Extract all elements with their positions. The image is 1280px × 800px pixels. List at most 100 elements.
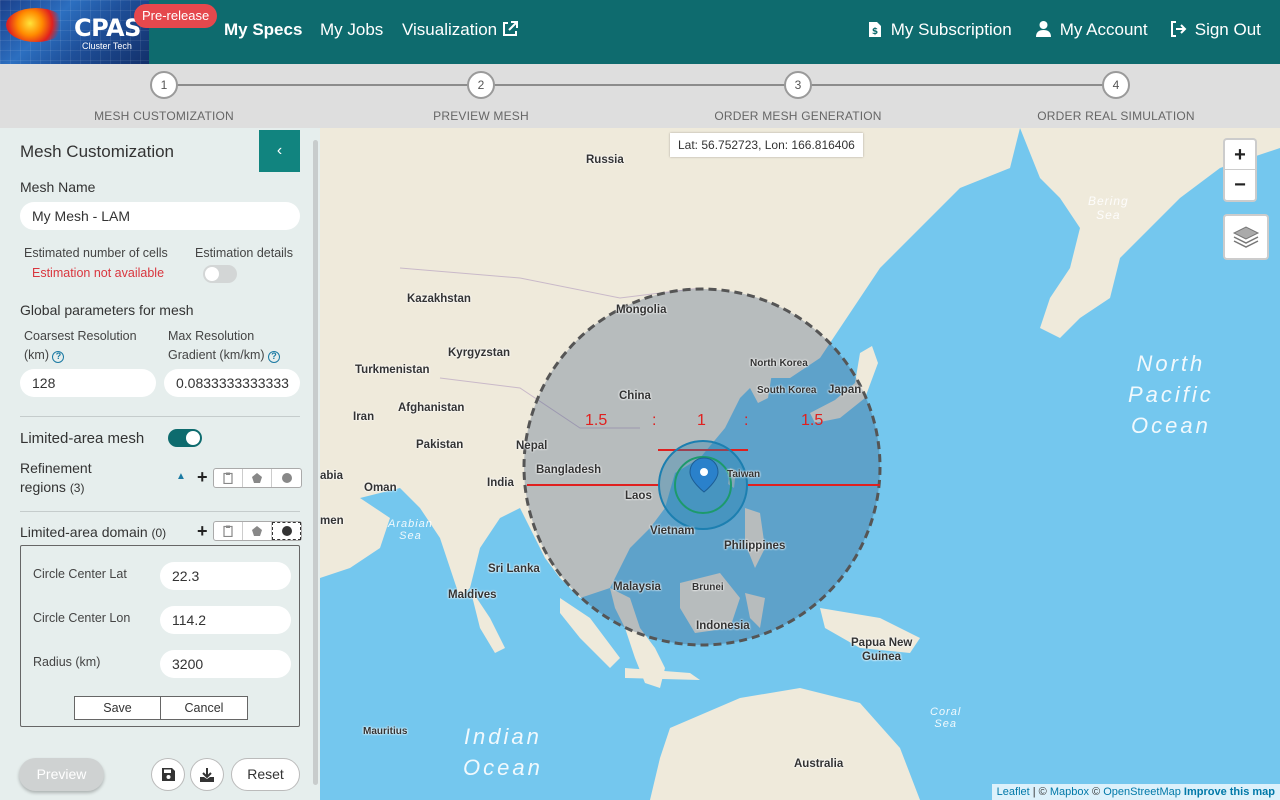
polygon-icon[interactable] [243,469,272,487]
center-lon-input[interactable]: 114.2 [160,606,291,634]
nav-my-specs[interactable]: My Specs [224,20,302,40]
place-label: Philippines [724,540,786,552]
refinement-tools [213,468,302,488]
place-label: Indonesia [696,620,750,632]
mesh-name-label: Mesh Name [20,179,96,195]
step-4-label: ORDER REAL SIMULATION [1037,109,1195,123]
sea-label-line: Bering [1088,194,1129,208]
nav-visualization[interactable]: Visualization [402,20,519,40]
improve-map-link[interactable]: Improve this map [1184,786,1275,798]
help-icon[interactable]: ? [268,351,281,363]
nav-my-account[interactable]: My Account [1036,20,1148,40]
sea-label: Arabian Sea [388,518,433,542]
ratio-colon-1: : [652,412,657,429]
place-label: Laos [625,490,652,502]
gradient-unit-text: Gradient (km/km) [168,348,265,362]
leaflet-link[interactable]: Leaflet [997,786,1030,798]
sea-label-line: Arabian [388,518,433,530]
attribution-sep: © [1088,786,1104,798]
place-label: Turkmenistan [355,364,430,376]
chevron-left-icon: ‹ [276,142,283,159]
step-1-circle[interactable]: 1 [150,71,178,99]
top-navbar: CPAS Cluster Tech Pre-release My Specs M… [0,0,1280,64]
nav-sign-out[interactable]: Sign Out [1170,20,1261,40]
australia [650,688,920,800]
place-label: Guinea [862,651,901,663]
place-label: Russia [586,154,624,166]
help-icon[interactable]: ? [52,351,65,363]
gradient-input[interactable]: 0.0833333333333 [164,369,300,397]
place-label: Nepal [516,440,548,452]
estimation-error: Estimation not available [32,266,165,280]
arabia [320,498,390,578]
add-domain-icon[interactable]: + [197,521,208,542]
refinement-label-line2: regions (3) [20,479,84,495]
download-button[interactable] [190,758,224,791]
clipboard-icon[interactable] [214,469,243,487]
step-3-circle[interactable]: 3 [784,71,812,99]
osm-link[interactable]: OpenStreetMap [1103,786,1181,798]
domain-label: Limited-area domain [20,524,148,540]
limited-area-toggle[interactable] [168,429,202,447]
place-label: Sri Lanka [488,563,540,575]
layers-button[interactable] [1223,214,1269,260]
zoom-out-button[interactable]: − [1225,170,1255,200]
polygon-icon[interactable] [243,522,272,540]
estimation-details-toggle[interactable] [203,265,237,283]
save-button[interactable]: Save [74,696,161,720]
add-refinement-icon[interactable]: + [197,467,208,488]
zoom-in-button[interactable]: + [1225,140,1255,170]
place-label: abia [320,470,344,482]
collapse-sidebar-button[interactable]: ‹ [259,130,300,172]
map-view[interactable]: 1.5 : 1 : 1.5 Russia Kazakhstan Mongolia… [320,128,1280,800]
ratio-left-label: 1.5 [585,412,608,429]
ocean-label-line: Ocean [1130,413,1211,438]
sea-label-line: Sea [934,718,957,730]
sidebar-title: Mesh Customization [20,142,175,161]
logo-text: CPAS [74,14,141,42]
step-2-circle[interactable]: 2 [467,71,495,99]
step-1-label: MESH CUSTOMIZATION [94,109,234,123]
mapbox-link[interactable]: Mapbox [1050,786,1089,798]
cancel-button[interactable]: Cancel [160,696,248,720]
reset-button[interactable]: Reset [231,758,300,791]
prerelease-badge: Pre-release [134,4,218,28]
place-label: China [619,390,651,402]
gradient-label: Max Resolution [168,329,255,343]
est-details-label: Estimation details [195,246,293,260]
clipboard-icon[interactable] [214,522,243,540]
layers-icon [1232,226,1260,248]
ocean-label: Indian Ocean [463,721,543,783]
radius-input[interactable]: 3200 [160,650,291,678]
center-lat-input[interactable]: 22.3 [160,562,291,590]
nav-my-subscription[interactable]: $ My Subscription [869,20,1012,40]
save-mesh-button[interactable] [151,758,185,791]
nav-my-jobs[interactable]: My Jobs [320,20,383,40]
ocean-label-line: Ocean [463,755,543,780]
sidebar-scrollbar[interactable] [313,140,318,785]
place-label: Papua New [851,637,913,649]
coarsest-unit: (km) ? [24,348,65,363]
preview-button[interactable]: Preview [19,758,104,791]
caret-up-icon[interactable]: ▲ [176,471,186,482]
ocean-label-line: North [1136,351,1206,376]
place-label: India [487,477,514,489]
radius-label: Radius (km) [33,655,101,669]
mesh-name-input[interactable]: My Mesh - LAM [20,202,300,230]
ratio-right-label: 1.5 [801,412,824,429]
step-4-circle[interactable]: 4 [1102,71,1130,99]
center-lon-label: Circle Center Lon [33,611,131,625]
ocean-label-line: Indian [463,724,542,749]
circle-icon[interactable] [272,522,301,540]
nav-visualization-label: Visualization [402,20,498,39]
circle-icon[interactable] [272,469,301,487]
nav-sign-out-label: Sign Out [1194,20,1261,39]
sea-label-line: Sea [1096,208,1121,222]
place-label: Afghanistan [398,402,465,414]
coarsest-resolution-input[interactable]: 128 [20,369,156,397]
divider [20,511,300,512]
cpas-logo[interactable]: CPAS Cluster Tech [0,0,149,64]
svg-text:$: $ [872,27,878,37]
progress-stepper: 1 2 3 4 MESH CUSTOMIZATION PREVIEW MESH … [0,64,1280,128]
place-label: Kyrgyzstan [448,347,510,359]
